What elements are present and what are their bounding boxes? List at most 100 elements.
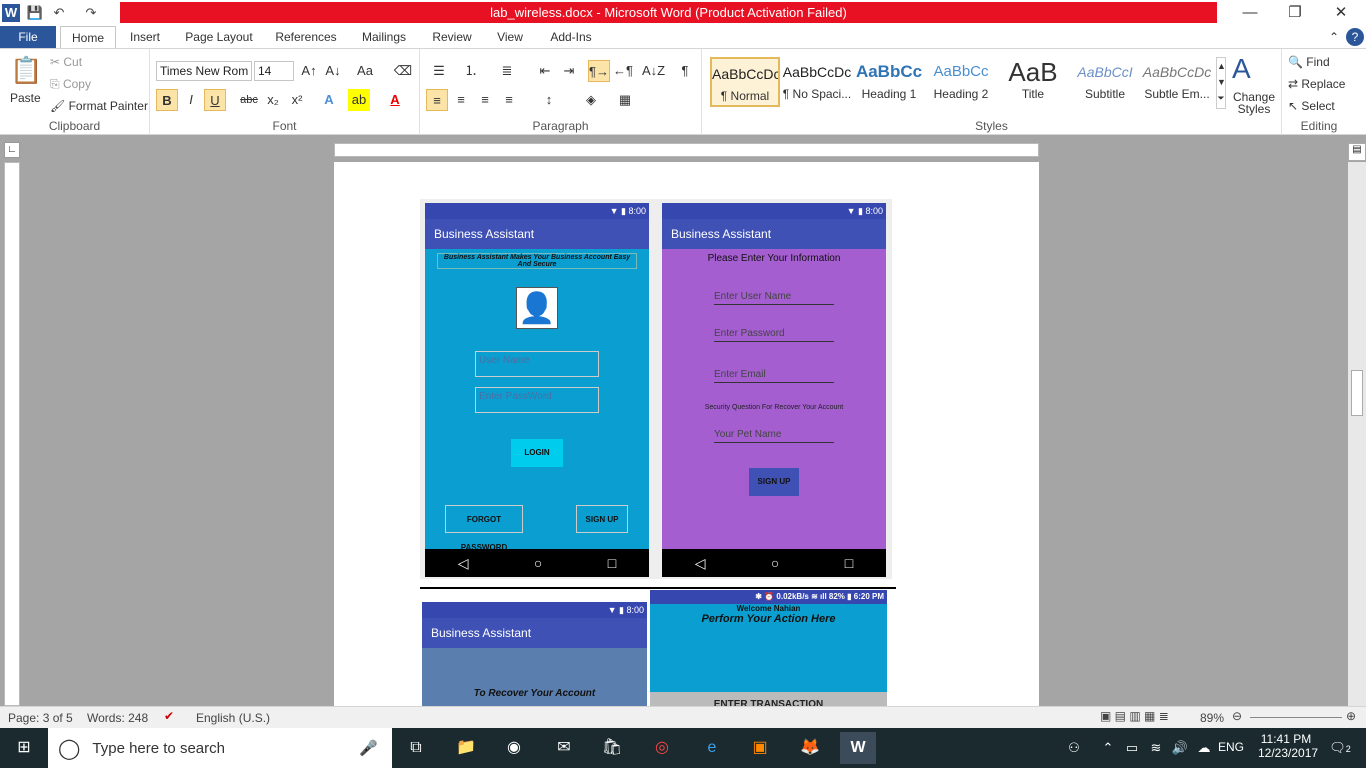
justify-icon[interactable]: ≡ bbox=[498, 89, 520, 111]
zoom-level[interactable]: 89% bbox=[1200, 711, 1224, 725]
font-family-select[interactable]: Times New Rom bbox=[156, 61, 252, 81]
signup-username-input[interactable]: Enter User Name bbox=[714, 291, 834, 305]
microphone-icon[interactable]: 🎤 bbox=[359, 739, 378, 757]
mail-icon[interactable]: ✉ bbox=[546, 732, 582, 764]
font-size-select[interactable]: 14 bbox=[254, 61, 294, 81]
camera-app-icon[interactable]: ◎ bbox=[644, 732, 680, 764]
underline-button[interactable]: U bbox=[204, 89, 226, 111]
change-case-icon[interactable]: Aa bbox=[354, 60, 376, 82]
proofing-icon[interactable]: ✔ bbox=[164, 709, 174, 723]
font-color-icon[interactable]: A bbox=[384, 89, 406, 111]
paste-icon[interactable]: 📋 bbox=[10, 55, 42, 86]
home-icon[interactable]: ○ bbox=[771, 555, 779, 571]
paste-button[interactable]: Paste bbox=[10, 91, 41, 105]
subscript-button[interactable]: x₂ bbox=[262, 89, 284, 111]
text-effects-icon[interactable]: A bbox=[318, 89, 340, 111]
copy-button[interactable]: ⎘ Copy bbox=[50, 77, 91, 92]
tab-page-layout[interactable]: Page Layout bbox=[178, 26, 260, 48]
enter-transaction-button[interactable]: ENTER TRANSACTION bbox=[650, 692, 887, 706]
minimize-button[interactable]: — bbox=[1227, 0, 1273, 26]
style-subtle-emphasis[interactable]: AaBbCcDc Subtle Em... bbox=[1142, 57, 1212, 107]
tab-view[interactable]: View bbox=[488, 26, 532, 48]
edge-icon[interactable]: e bbox=[694, 732, 730, 764]
find-button[interactable]: 🔍 Find bbox=[1288, 55, 1330, 69]
pdf-app-icon[interactable]: ▣ bbox=[742, 732, 778, 764]
italic-button[interactable]: I bbox=[180, 89, 202, 111]
tab-mailings[interactable]: Mailings bbox=[352, 26, 416, 48]
clear-format-icon[interactable]: ⌫ bbox=[392, 60, 414, 82]
notifications-icon[interactable]: 🗨2 bbox=[1322, 732, 1358, 764]
shading-icon[interactable]: ◈ bbox=[580, 89, 602, 111]
superscript-button[interactable]: x² bbox=[286, 89, 308, 111]
store-icon[interactable]: 🛍 bbox=[594, 732, 630, 764]
restore-button[interactable]: ❐ bbox=[1272, 0, 1318, 26]
password-input[interactable]: Enter PassWord bbox=[475, 387, 599, 413]
zoom-in-icon[interactable]: ⊕ bbox=[1346, 709, 1356, 723]
tab-references[interactable]: References bbox=[268, 26, 344, 48]
format-painter-button[interactable]: 🖌 Format Painter bbox=[50, 99, 148, 113]
ltr-icon[interactable]: ¶→ bbox=[588, 60, 610, 82]
tab-file[interactable]: File bbox=[0, 26, 56, 48]
signup-button[interactable]: SIGN UP bbox=[576, 505, 628, 533]
signup-submit-button[interactable]: SIGN UP bbox=[749, 468, 799, 496]
clock[interactable]: 11:41 PM 12/23/2017 bbox=[1258, 732, 1318, 760]
increase-indent-icon[interactable]: ⇥ bbox=[558, 60, 580, 82]
show-marks-icon[interactable]: ¶ bbox=[674, 60, 696, 82]
horizontal-ruler[interactable] bbox=[334, 143, 1039, 157]
bullets-icon[interactable]: ☰ bbox=[428, 60, 450, 82]
page-count[interactable]: Page: 3 of 5 bbox=[8, 711, 73, 725]
tab-review[interactable]: Review bbox=[424, 26, 480, 48]
username-input[interactable]: User Name bbox=[475, 351, 599, 377]
help-icon[interactable]: ? bbox=[1346, 28, 1364, 46]
scroll-thumb[interactable] bbox=[1351, 370, 1363, 416]
align-right-icon[interactable]: ≡ bbox=[474, 89, 496, 111]
select-button[interactable]: ↖ Select bbox=[1288, 99, 1335, 113]
onedrive-icon[interactable]: ☁ bbox=[1186, 732, 1222, 764]
people-icon[interactable]: ⚇ bbox=[1056, 732, 1092, 764]
grow-font-icon[interactable]: A↑ bbox=[298, 60, 320, 82]
forgot-password-button[interactable]: FORGOT PASSWORD bbox=[445, 505, 523, 552]
tab-add-ins[interactable]: Add-Ins bbox=[540, 26, 602, 48]
align-left-icon[interactable]: ≡ bbox=[426, 89, 448, 111]
undo-icon[interactable]: ↶ bbox=[50, 4, 68, 22]
language[interactable]: English (U.S.) bbox=[196, 711, 270, 725]
file-explorer-icon[interactable]: 📁 bbox=[448, 732, 484, 764]
firefox-icon[interactable]: 🦊 bbox=[792, 732, 828, 764]
input-language[interactable]: ENG bbox=[1218, 740, 1244, 754]
tab-selector-icon[interactable]: ∟ bbox=[4, 142, 20, 158]
back-icon[interactable]: ◁ bbox=[458, 555, 469, 572]
bold-button[interactable]: B bbox=[156, 89, 178, 111]
shrink-font-icon[interactable]: A↓ bbox=[322, 60, 344, 82]
view-buttons-icon[interactable]: ▣ ▤ ▥ ▦ ≣ bbox=[1100, 709, 1169, 723]
style-heading-1[interactable]: AaBbCc Heading 1 bbox=[854, 57, 924, 107]
borders-icon[interactable]: ▦ bbox=[614, 89, 636, 111]
close-button[interactable]: ✕ bbox=[1318, 0, 1364, 26]
change-styles-button[interactable]: Change Styles bbox=[1232, 91, 1276, 115]
style-normal[interactable]: AaBbCcDc ¶ Normal bbox=[710, 57, 780, 107]
signup-password-input[interactable]: Enter Password bbox=[714, 328, 834, 342]
recents-icon[interactable]: □ bbox=[608, 555, 616, 571]
back-icon[interactable]: ◁ bbox=[695, 555, 706, 572]
task-view-icon[interactable]: ⧉ bbox=[398, 732, 434, 764]
view-ruler-icon[interactable]: ▤ bbox=[1348, 143, 1366, 161]
rtl-icon[interactable]: ←¶ bbox=[612, 60, 634, 82]
vertical-scrollbar[interactable] bbox=[1348, 162, 1366, 706]
save-icon[interactable]: 💾 bbox=[26, 4, 44, 22]
tab-insert[interactable]: Insert bbox=[120, 26, 170, 48]
sort-icon[interactable]: A↓Z bbox=[642, 60, 665, 82]
collapse-ribbon-icon[interactable]: ⌃ bbox=[1326, 26, 1342, 48]
line-spacing-icon[interactable]: ↕ bbox=[538, 89, 560, 111]
pet-name-input[interactable]: Your Pet Name bbox=[714, 429, 834, 443]
zoom-out-icon[interactable]: ⊖ bbox=[1232, 709, 1242, 723]
center-icon[interactable]: ≡ bbox=[450, 89, 472, 111]
document-page[interactable]: ▼ ▮ 8:00 Business Assistant Business Ass… bbox=[334, 162, 1039, 706]
home-icon[interactable]: ○ bbox=[534, 555, 542, 571]
decrease-indent-icon[interactable]: ⇤ bbox=[534, 60, 556, 82]
strikethrough-button[interactable]: abc bbox=[238, 89, 260, 111]
replace-button[interactable]: ⇄ Replace bbox=[1288, 77, 1345, 91]
redo-icon[interactable]: ↷ bbox=[82, 4, 100, 22]
chrome-icon[interactable]: ◉ bbox=[496, 732, 532, 764]
numbering-icon[interactable]: ⒈ bbox=[460, 60, 482, 82]
word-count[interactable]: Words: 248 bbox=[87, 711, 148, 725]
style-title[interactable]: AaB Title bbox=[998, 57, 1068, 107]
